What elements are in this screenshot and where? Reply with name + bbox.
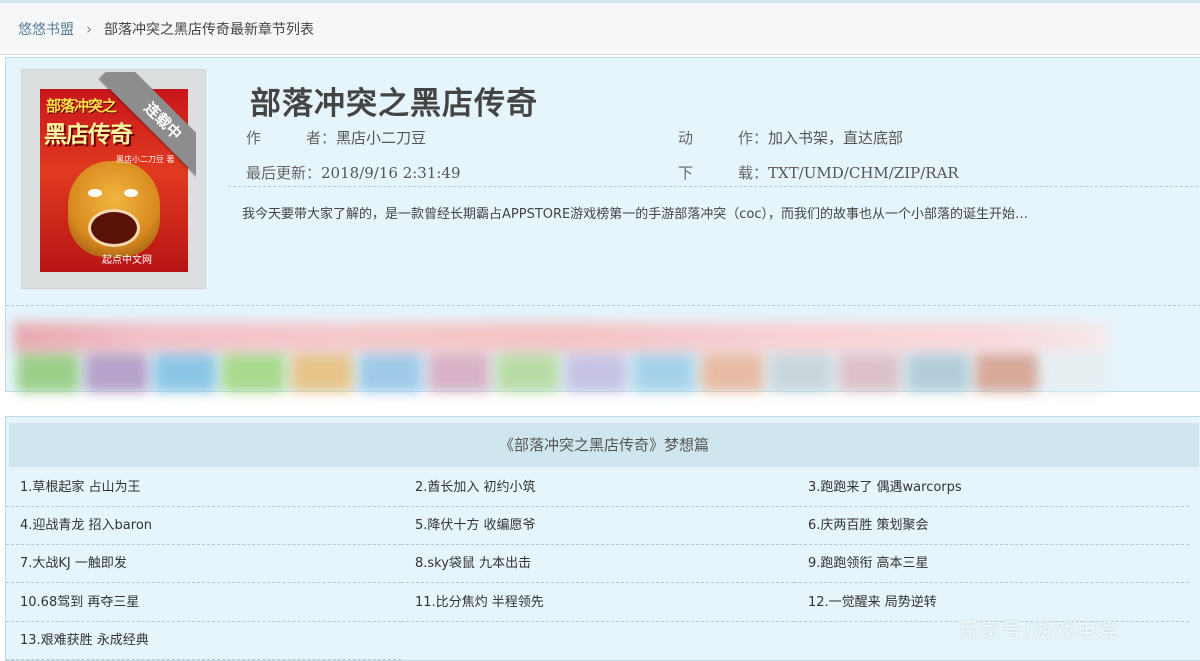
blurred-ad-banner[interactable] <box>14 320 1109 394</box>
book-intro: 我今天要带大家了解的，是一款曾经长期霸占APPSTORE游戏榜第一的手游部落冲突… <box>242 207 1028 222</box>
chapter-link[interactable]: 5.降伏十方 收编愿爷 <box>401 507 794 545</box>
watermark-text: 百家号/游戏电竞 <box>958 618 1121 642</box>
bookshelf-link[interactable]: 加入书架，直达底部 <box>768 129 903 147</box>
download-links[interactable]: TXT/UMD/CHM/ZIP/RAR <box>768 164 959 182</box>
download-label: 下 载： <box>678 164 769 182</box>
divider <box>6 305 1200 306</box>
chapter-link[interactable]: 4.迎战青龙 招入baron <box>6 507 401 545</box>
divider <box>228 186 1200 187</box>
updated-label: 最后更新： <box>246 164 322 182</box>
book-title: 部落冲突之黑店传奇 <box>250 86 538 122</box>
chapter-link[interactable]: 3.跑跑来了 偶遇warcorps <box>794 469 1189 507</box>
blurred-ad-row <box>14 354 1109 392</box>
chapter-row: 7.大战KJ 一触即发 8.sky袋鼠 九本出击 9.跑跑领衔 高本三星 <box>6 545 1200 583</box>
author-label: 作 者： <box>246 129 337 147</box>
book-info-panel: 部落冲突之 黑店传奇 黑店小二刀豆 著 起点中文网 连载中 部落冲突之黑店传奇 … <box>5 57 1200 392</box>
updated-value: 2018/9/16 2:31:49 <box>321 164 461 182</box>
chapter-link[interactable]: 9.跑跑领衔 高本三星 <box>794 545 1189 583</box>
status-ribbon-wrap: 连载中 <box>84 72 196 184</box>
status-ribbon: 连载中 <box>99 72 196 184</box>
updated-row: 最后更新：2018/9/16 2:31:49 <box>246 162 461 183</box>
chapter-link[interactable]: 8.sky袋鼠 九本出击 <box>401 545 794 583</box>
breadcrumb: 悠悠书盟 › 部落冲突之黑店传奇最新章节列表 <box>0 0 1200 55</box>
chapter-link[interactable]: 1.草根起家 占山为王 <box>6 469 401 507</box>
chapter-link[interactable]: 11.比分焦灼 半程领先 <box>401 584 794 622</box>
action-row: 动 作：加入书架，直达底部 <box>678 127 903 148</box>
chapter-row: 1.草根起家 占山为王 2.酋长加入 初约小筑 3.跑跑来了 偶遇warcorp… <box>6 469 1200 507</box>
cover-frame: 部落冲突之 黑店传奇 黑店小二刀豆 著 起点中文网 连载中 <box>21 69 206 289</box>
author-link[interactable]: 黑店小二刀豆 <box>336 129 426 147</box>
volume-heading: 《部落冲突之黑店传奇》梦想篇 <box>9 423 1199 467</box>
chapter-link[interactable]: 6.庆两百胜 策划聚会 <box>794 507 1189 545</box>
download-row: 下 载：TXT/UMD/CHM/ZIP/RAR <box>678 162 959 183</box>
chapter-link[interactable]: 10.68驾到 再夺三星 <box>6 584 401 622</box>
action-label: 动 作： <box>678 129 769 147</box>
chevron-right-icon: › <box>86 19 92 38</box>
chapter-link[interactable]: 2.酋长加入 初约小筑 <box>401 469 794 507</box>
cover-brand-logo: 起点中文网 <box>102 255 152 266</box>
chapter-link[interactable]: 7.大战KJ 一触即发 <box>6 545 401 583</box>
breadcrumb-current: 部落冲突之黑店传奇最新章节列表 <box>104 21 314 38</box>
blurred-ad-row <box>14 322 1109 352</box>
cover-eye-right <box>124 189 138 197</box>
chapter-row: 4.迎战青龙 招入baron 5.降伏十方 收编愿爷 6.庆两百胜 策划聚会 <box>6 507 1200 545</box>
cover-mouth-art <box>88 209 140 247</box>
author-row: 作 者：黑店小二刀豆 <box>246 127 426 148</box>
cover-eye-left <box>88 189 102 197</box>
breadcrumb-home-link[interactable]: 悠悠书盟 <box>18 19 74 39</box>
chapter-link[interactable]: 13.艰难获胜 永成经典 <box>6 622 401 660</box>
